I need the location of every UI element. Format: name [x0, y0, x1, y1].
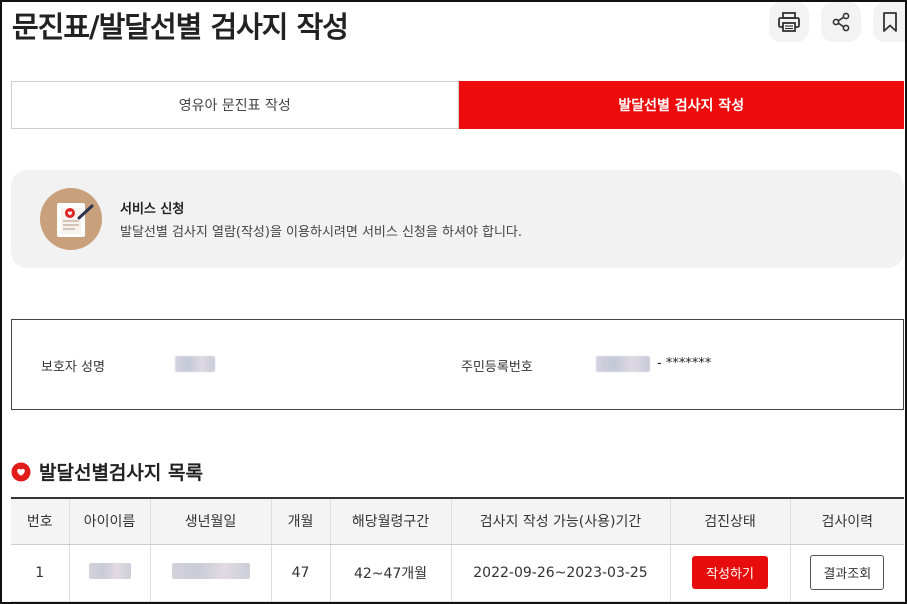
row-available-period: 2022-09-26~2023-03-25	[451, 544, 671, 602]
write-button[interactable]: 작성하기	[692, 556, 768, 589]
child-name-blurred	[88, 562, 131, 579]
col-age-range: 해당월령구간	[330, 497, 452, 545]
share-icon	[832, 12, 850, 32]
row-number: 1	[11, 544, 70, 602]
rrn-masked: - *******	[657, 356, 712, 371]
bookmark-icon	[883, 12, 897, 32]
page-title: 문진표/발달선별 검사지 작성	[12, 10, 349, 44]
tab-bar: 영유아 문진표 작성 발달선별 검사지 작성	[11, 81, 904, 129]
service-title: 서비스 신청	[120, 202, 185, 217]
col-number: 번호	[11, 497, 70, 545]
col-status: 검진상태	[670, 497, 791, 545]
row-child-name	[69, 544, 151, 602]
heart-bullet-icon	[11, 462, 31, 481]
row-history-cell: 결과조회	[790, 544, 904, 602]
row-months: 47	[271, 544, 331, 602]
row-age-range: 42~47개월	[330, 544, 452, 602]
share-button[interactable]	[821, 2, 861, 42]
col-months: 개월	[271, 497, 331, 545]
service-request-panel: 서비스 신청 발달선별 검사지 열람(작성)을 이용하시려면 서비스 신청을 하…	[11, 170, 904, 268]
tab-infant-questionnaire[interactable]: 영유아 문진표 작성	[11, 81, 459, 129]
table-row: 1 47 42~47개월 2022-09-26~2023-03-25 작성하기 …	[11, 544, 904, 602]
bookmark-button[interactable]	[873, 2, 907, 42]
clipboard-heart-icon	[40, 188, 102, 250]
list-title: 발달선별검사지 목록	[39, 462, 203, 484]
service-description: 발달선별 검사지 열람(작성)을 이용하시려면 서비스 신청을 하셔야 합니다.	[120, 225, 523, 240]
guardian-info-box: 보호자 성명 주민등록번호 - *******	[11, 319, 904, 410]
print-icon	[778, 12, 800, 32]
row-status-cell: 작성하기	[670, 544, 791, 602]
header-actions	[769, 2, 907, 42]
screening-list-table: 번호 아이이름 생년월일 개월 해당월령구간 검사지 작성 가능(사용)기간 검…	[11, 497, 904, 602]
col-child-name: 아이이름	[69, 497, 151, 545]
print-button[interactable]	[769, 2, 809, 42]
col-available-period: 검사지 작성 가능(사용)기간	[451, 497, 671, 545]
col-history: 검사이력	[790, 497, 904, 545]
col-birthdate: 생년월일	[150, 497, 272, 545]
section-heading: 발달선별검사지 목록	[11, 458, 203, 485]
rrn-front-blurred	[596, 356, 650, 372]
table-header-row: 번호 아이이름 생년월일 개월 해당월령구간 검사지 작성 가능(사용)기간 검…	[11, 497, 904, 545]
guardian-name-value-blurred	[175, 356, 215, 372]
tab-development-screening[interactable]: 발달선별 검사지 작성	[458, 81, 904, 129]
row-birthdate	[150, 544, 272, 602]
guardian-name-label: 보호자 성명	[41, 360, 105, 375]
view-result-button[interactable]: 결과조회	[810, 555, 885, 590]
rrn-label: 주민등록번호	[461, 360, 533, 375]
birthdate-blurred	[171, 562, 250, 579]
